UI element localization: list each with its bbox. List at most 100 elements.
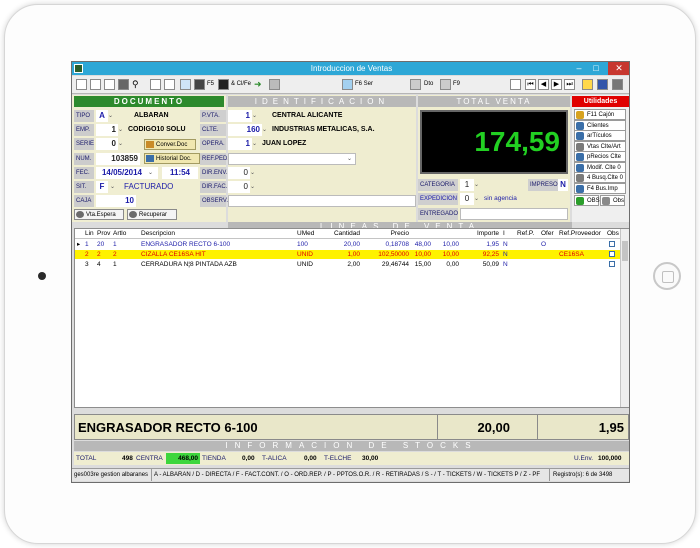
print-icon[interactable] xyxy=(150,79,161,90)
util-button-bus-imp[interactable]: F4 Bus.Imp xyxy=(574,182,626,194)
serie-field[interactable]: 0 xyxy=(96,138,118,150)
maximize-button[interactable]: □ xyxy=(588,62,604,75)
obs-checkbox[interactable] xyxy=(609,261,615,267)
delete-icon[interactable] xyxy=(118,79,129,90)
tipo-field[interactable]: A xyxy=(96,110,108,122)
col-header[interactable]: Importe xyxy=(463,229,499,239)
col-header[interactable]: Lin xyxy=(85,229,97,239)
direnv-dropdown-icon[interactable]: ⌄ xyxy=(250,167,258,179)
clife-label[interactable]: & Cl/Fe xyxy=(231,79,251,90)
col-header[interactable]: Ofer xyxy=(541,229,557,239)
expedicion-field[interactable]: 0 xyxy=(460,193,474,205)
pvta-dropdown-icon[interactable]: ⌄ xyxy=(252,110,260,122)
grid-icon[interactable] xyxy=(180,79,191,90)
arrow-icon[interactable]: ➜ xyxy=(254,79,265,90)
col-header[interactable]: Ref.Proveedor xyxy=(559,229,603,239)
fec-field[interactable]: 14/05/2014 xyxy=(96,167,148,179)
direnv-field[interactable]: 0 xyxy=(228,167,250,179)
table-row[interactable]: 2 2 2 CIZALLA CE16SA HIT UNID 1,00 102,50000 10… xyxy=(75,250,620,259)
sit-dropdown-icon[interactable]: ⌄ xyxy=(110,181,118,193)
first-record-icon[interactable]: ⏮ xyxy=(525,79,536,90)
clte-dropdown-icon[interactable]: ⌄ xyxy=(262,124,270,136)
util-button-clientes[interactable]: Clientes xyxy=(574,119,626,131)
copy-icon[interactable] xyxy=(164,79,175,90)
f9-icon[interactable] xyxy=(440,79,451,90)
col-header[interactable]: Prov xyxy=(97,229,111,239)
minimize-button[interactable]: – xyxy=(571,62,587,75)
vta-espera-button[interactable]: Vta.Espera xyxy=(74,209,124,220)
util-button-precios-clte[interactable]: pRecios Clte xyxy=(574,151,626,162)
col-header[interactable]: Precio xyxy=(373,229,409,239)
close-button[interactable]: ✕ xyxy=(608,62,629,75)
f6-icon[interactable] xyxy=(342,79,353,90)
col-header[interactable]: Descripcion xyxy=(141,229,291,239)
refped-dropdown-icon[interactable]: ⌄ xyxy=(347,153,355,165)
table-row[interactable]: 3 4 1 CERRADURA N¦8 PINTADA AZB UNID 2,00 29,4… xyxy=(75,260,620,269)
num-field[interactable]: 103859 xyxy=(96,153,140,165)
edit-icon[interactable] xyxy=(104,79,115,90)
monitor-icon[interactable] xyxy=(194,79,205,90)
prev-record-icon[interactable]: ◀ xyxy=(538,79,549,90)
util-button-modif-clte[interactable]: Modif. Clte 0 xyxy=(574,161,626,173)
col-header[interactable] xyxy=(433,229,459,239)
entregado-field[interactable] xyxy=(460,208,568,220)
opera-field[interactable]: 1 xyxy=(228,138,252,150)
clte-field[interactable]: 160 xyxy=(228,124,262,136)
next-record-icon[interactable]: ▶ xyxy=(551,79,562,90)
page-icon[interactable] xyxy=(510,79,521,90)
col-header[interactable] xyxy=(413,229,431,239)
util-button-busq-clte[interactable]: 4 Busq.Clte 0 xyxy=(574,172,626,183)
util-button-obs[interactable]: OBS xyxy=(574,195,600,206)
open-icon[interactable] xyxy=(90,79,101,90)
conver-doc-button[interactable]: Conver.Doc xyxy=(144,139,196,150)
categoria-dropdown-icon[interactable]: ⌄ xyxy=(474,179,482,191)
folder-icon[interactable] xyxy=(582,79,593,90)
emp-field[interactable]: 1 xyxy=(96,124,118,136)
emp-dropdown-icon[interactable]: ⌄ xyxy=(118,124,126,136)
table-scrollbar[interactable] xyxy=(620,229,629,407)
sit-field[interactable]: F xyxy=(96,181,108,193)
tipo-dropdown-icon[interactable]: ⌄ xyxy=(108,110,116,122)
historial-doc-button[interactable]: Historial Doc. xyxy=(144,153,200,164)
util-button-obs-secondary[interactable]: Obs xyxy=(600,195,625,206)
expedicion-dropdown-icon[interactable]: ⌄ xyxy=(474,193,482,205)
col-header[interactable]: Artlo xyxy=(113,229,139,239)
table-row[interactable]: ▸ 1 20 1 ENGRASADOR RECTO 6-100 100 20,00 0,187… xyxy=(75,240,620,249)
col-header[interactable]: Cantidad xyxy=(330,229,360,239)
dto-label[interactable]: Dto xyxy=(424,79,433,90)
hora-field[interactable]: 11:54 xyxy=(162,167,198,179)
scrollbar-thumb[interactable] xyxy=(622,241,628,261)
observ-field[interactable] xyxy=(228,195,416,207)
opera-dropdown-icon[interactable]: ⌄ xyxy=(252,138,260,150)
dirfac-dropdown-icon[interactable]: ⌄ xyxy=(250,181,258,193)
serie-dropdown-icon[interactable]: ⌄ xyxy=(118,138,126,150)
refped-field[interactable] xyxy=(228,153,356,165)
dto-icon[interactable] xyxy=(410,79,421,90)
pvta-field[interactable]: 1 xyxy=(228,110,252,122)
caja-field[interactable]: 10 xyxy=(96,195,136,207)
book-icon[interactable] xyxy=(597,79,608,90)
col-header[interactable]: I xyxy=(503,229,515,239)
col-header[interactable]: Obs xyxy=(607,229,619,239)
fec-dropdown-icon[interactable]: ⌄ xyxy=(148,167,158,179)
util-button-vtas-clte-art[interactable]: Vtas Clte/Art xyxy=(574,140,626,152)
util-button-articulos[interactable]: arTículos xyxy=(574,130,626,141)
new-doc-icon[interactable] xyxy=(76,79,87,90)
exit-icon[interactable] xyxy=(612,79,623,90)
f9-label[interactable]: F9 xyxy=(453,79,460,90)
obs-checkbox[interactable] xyxy=(609,241,615,247)
f6-label[interactable]: F6 Ser xyxy=(355,79,373,90)
home-button[interactable] xyxy=(653,262,681,290)
report-icon[interactable] xyxy=(218,79,229,90)
dirfac-field[interactable]: 0 xyxy=(228,181,250,193)
obs-checkbox[interactable] xyxy=(609,251,615,257)
col-header[interactable]: UMed xyxy=(297,229,327,239)
recuperar-button[interactable]: Recuperar xyxy=(127,209,177,220)
util-button-f11-cajon[interactable]: F11 Cajón xyxy=(574,109,626,120)
last-record-icon[interactable]: ⏭ xyxy=(564,79,575,90)
impreso-field[interactable]: N xyxy=(558,179,568,191)
col-header[interactable]: Ref.P. xyxy=(517,229,539,239)
truck-icon[interactable] xyxy=(269,79,280,90)
binoculars-icon[interactable]: ⚲ xyxy=(132,79,143,90)
categoria-field[interactable]: 1 xyxy=(460,179,474,191)
